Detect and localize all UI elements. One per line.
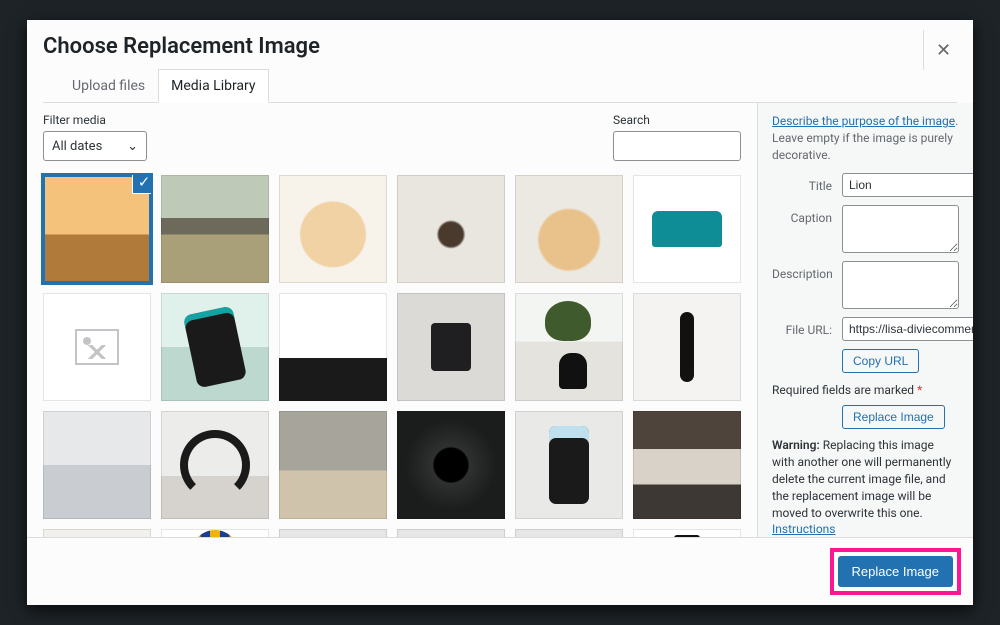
thumb-lion[interactable]: ✓ bbox=[43, 175, 151, 283]
thumb-laptop-desk[interactable] bbox=[43, 411, 151, 519]
caption-textarea[interactable] bbox=[842, 205, 959, 253]
describe-purpose-link[interactable]: Describe the purpose of the image bbox=[772, 114, 955, 128]
thumb-partial-1[interactable] bbox=[43, 529, 151, 537]
modal-footer: Replace Image bbox=[27, 537, 973, 605]
modal-header: Choose Replacement Image ✕ Upload files … bbox=[27, 20, 973, 103]
tab-upload[interactable]: Upload files bbox=[59, 69, 158, 103]
description-label: Description bbox=[772, 261, 832, 281]
search-group: Search bbox=[613, 113, 741, 161]
thumb-partial-4[interactable] bbox=[397, 529, 505, 537]
thumb-cream-dog[interactable] bbox=[279, 175, 387, 283]
copy-url-button[interactable]: Copy URL bbox=[842, 349, 919, 373]
thumb-laptop-books[interactable] bbox=[633, 411, 741, 519]
media-modal: Choose Replacement Image ✕ Upload files … bbox=[27, 20, 973, 605]
date-filter-select[interactable]: All dates ⌄ bbox=[43, 131, 147, 161]
thumb-typing[interactable] bbox=[279, 411, 387, 519]
close-button[interactable]: ✕ bbox=[923, 30, 963, 70]
fileurl-input[interactable] bbox=[842, 317, 973, 341]
title-label: Title bbox=[772, 173, 832, 193]
thumb-keyboard[interactable] bbox=[279, 293, 387, 401]
replace-image-button[interactable]: Replace Image bbox=[838, 556, 953, 587]
required-asterisk: * bbox=[917, 383, 922, 397]
replace-image-sidebar-button[interactable]: Replace Image bbox=[842, 405, 945, 429]
thumb-partial-5[interactable] bbox=[515, 529, 623, 537]
thumb-terrier[interactable] bbox=[397, 175, 505, 283]
thumb-sofa[interactable] bbox=[633, 175, 741, 283]
close-icon: ✕ bbox=[936, 40, 951, 61]
attachment-details-sidebar: Describe the purpose of the image. Leave… bbox=[757, 103, 973, 537]
thumb-partial-3[interactable] bbox=[279, 529, 387, 537]
media-grid: ✓ bbox=[43, 175, 741, 537]
title-input[interactable] bbox=[842, 173, 973, 197]
thumb-partial-6[interactable] bbox=[633, 529, 741, 537]
thumb-phone-mint[interactable] bbox=[161, 293, 269, 401]
media-tabs: Upload files Media Library bbox=[43, 69, 957, 103]
search-input[interactable] bbox=[613, 131, 741, 161]
fileurl-label: File URL: bbox=[772, 317, 832, 337]
thumb-iphone[interactable] bbox=[515, 411, 623, 519]
date-filter-value: All dates bbox=[52, 139, 102, 154]
thumb-microphone[interactable] bbox=[633, 293, 741, 401]
replace-warning: Warning: Replacing this image with anoth… bbox=[772, 437, 959, 537]
modal-title: Choose Replacement Image bbox=[43, 32, 957, 61]
wp-admin-bar bbox=[0, 0, 1000, 8]
filter-group: Filter media All dates ⌄ bbox=[43, 113, 147, 161]
thumb-placeholder[interactable] bbox=[43, 293, 151, 401]
thumb-plant-camera[interactable] bbox=[515, 293, 623, 401]
required-note: Required fields are marked * bbox=[772, 383, 959, 397]
thumb-parachute[interactable] bbox=[161, 529, 269, 537]
thumb-lens[interactable] bbox=[397, 411, 505, 519]
chevron-down-icon: ⌄ bbox=[127, 139, 138, 154]
replace-button-highlight: Replace Image bbox=[830, 548, 961, 595]
tab-media-library[interactable]: Media Library bbox=[158, 69, 268, 103]
thumb-camcorder[interactable] bbox=[397, 293, 505, 401]
description-textarea[interactable] bbox=[842, 261, 959, 309]
instructions-link[interactable]: Instructions bbox=[772, 522, 835, 536]
search-label: Search bbox=[613, 113, 741, 127]
thumb-corgi[interactable] bbox=[515, 175, 623, 283]
modal-body: Filter media All dates ⌄ Search ✓ bbox=[27, 103, 973, 537]
thumb-elephant[interactable] bbox=[161, 175, 269, 283]
check-icon: ✓ bbox=[133, 175, 151, 193]
caption-label: Caption bbox=[772, 205, 832, 225]
filter-label: Filter media bbox=[43, 113, 147, 127]
media-toolbar: Filter media All dates ⌄ Search bbox=[43, 113, 741, 161]
alt-text-help: Describe the purpose of the image. Leave… bbox=[772, 113, 959, 163]
thumb-headphones[interactable] bbox=[161, 411, 269, 519]
image-placeholder-icon bbox=[75, 329, 119, 365]
media-area: Filter media All dates ⌄ Search ✓ bbox=[27, 103, 757, 537]
